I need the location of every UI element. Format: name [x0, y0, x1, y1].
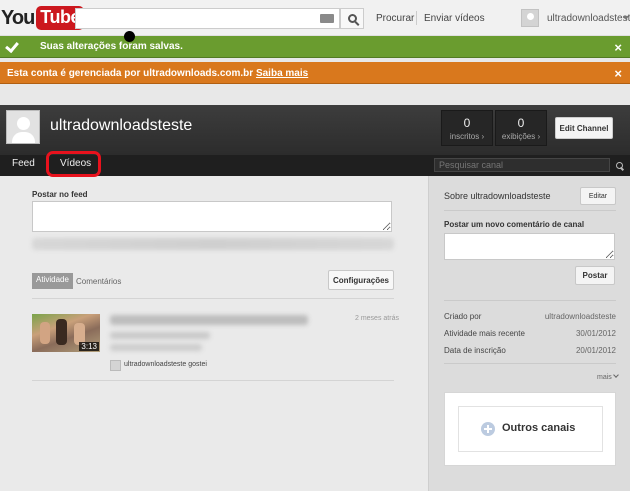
blurred-video-title[interactable]	[110, 315, 308, 325]
divider	[444, 210, 616, 211]
views-label: exibições ›	[501, 132, 541, 141]
post-feed-input[interactable]	[32, 201, 392, 232]
feed-item-time: 2 meses atrás	[355, 315, 399, 322]
checkmark-icon	[5, 38, 19, 54]
search-icon	[615, 161, 623, 169]
blurred-text	[110, 344, 202, 351]
tab-activity[interactable]: Atividade	[32, 273, 73, 289]
user-avatar[interactable]	[521, 9, 539, 27]
chevron-down-icon[interactable]	[623, 16, 629, 20]
logo-you-text: You	[1, 6, 35, 29]
learn-more-link[interactable]: Saiba mais	[256, 68, 308, 79]
comment-label: Postar um novo comentário de canal	[444, 220, 585, 229]
search-icon	[347, 14, 357, 23]
keyboard-icon[interactable]	[320, 14, 334, 23]
search-button[interactable]	[340, 8, 364, 29]
info-value-join-date: 20/01/2012	[575, 346, 616, 355]
divider	[32, 380, 394, 381]
other-channels-label: Outros canais	[502, 422, 576, 434]
blurred-text	[110, 332, 210, 339]
post-feed-label: Postar no feed	[32, 190, 88, 199]
channel-search-button[interactable]	[611, 158, 627, 172]
divider	[444, 363, 616, 364]
channel-title: ultradownloadsteste	[50, 117, 193, 134]
subscribers-count: 0	[463, 116, 471, 130]
feed-item-liker[interactable]: ultradownloadsteste gostei	[124, 361, 207, 368]
subscribers-stat[interactable]: 0 inscritos ›	[441, 110, 493, 146]
divider	[416, 11, 417, 25]
video-duration: 3:13	[79, 342, 99, 351]
avatar-head	[17, 117, 30, 130]
blurred-bar	[32, 238, 394, 250]
user-name[interactable]: ultradownloadsteste	[547, 13, 630, 24]
tab-feed[interactable]: Feed	[12, 158, 35, 169]
masthead: You Tube Procurar Enviar vídeos ultradow…	[0, 0, 630, 36]
youtube-logo[interactable]: You Tube	[1, 5, 84, 31]
search-input[interactable]	[75, 8, 340, 29]
about-title: Sobre ultradownloadsteste	[444, 191, 551, 201]
channel-comment-input[interactable]	[444, 233, 615, 260]
settings-button[interactable]: Configurações	[328, 270, 394, 290]
close-icon[interactable]: ×	[614, 40, 622, 55]
subscribers-label: inscritos ›	[449, 132, 485, 141]
info-label-latest-activity: Atividade mais recente	[444, 329, 525, 338]
divider	[32, 298, 394, 299]
close-icon[interactable]: ×	[614, 66, 622, 81]
info-value-latest-activity: 30/01/2012	[575, 329, 616, 338]
edit-about-button[interactable]: Editar	[580, 187, 616, 205]
edit-channel-button[interactable]: Edit Channel	[555, 117, 613, 139]
alert-managed-message: Esta conta é gerenciada por ultradownloa…	[7, 68, 308, 79]
cursor-dot	[124, 31, 135, 42]
divider	[444, 300, 616, 301]
avatar[interactable]	[110, 360, 121, 371]
post-button[interactable]: Postar	[575, 266, 615, 285]
tab-comments[interactable]: Comentários	[76, 277, 121, 286]
info-value-created-by[interactable]: ultradownloadsteste	[545, 312, 616, 321]
channel-search-input[interactable]	[434, 158, 610, 172]
channel-header: ultradownloadsteste 0 inscritos › 0 exib…	[0, 105, 630, 155]
channel-avatar[interactable]	[6, 110, 40, 144]
video-thumbnail[interactable]: 3:13	[32, 314, 100, 352]
alert-saved: Suas alterações foram salvas. ×	[0, 36, 630, 58]
alert-saved-text: Suas alterações foram salvas.	[40, 41, 183, 52]
views-stat[interactable]: 0 exibições ›	[495, 110, 547, 146]
plus-icon	[481, 422, 495, 436]
more-link[interactable]: mais	[597, 374, 618, 381]
highlight-ring	[46, 151, 101, 177]
thumbnail-figure	[40, 322, 50, 344]
browse-link[interactable]: Procurar	[376, 13, 414, 24]
thumbnail-figure	[56, 319, 67, 345]
avatar-body	[12, 132, 35, 143]
alert-managed-text: Esta conta é gerenciada por ultradownloa…	[7, 68, 254, 79]
alert-managed: Esta conta é gerenciada por ultradownloa…	[0, 62, 630, 84]
info-label-created-by: Criado por	[444, 312, 482, 321]
info-label-join-date: Data de inscrição	[444, 346, 506, 355]
upload-link[interactable]: Enviar vídeos	[424, 13, 485, 24]
views-count: 0	[517, 116, 525, 130]
